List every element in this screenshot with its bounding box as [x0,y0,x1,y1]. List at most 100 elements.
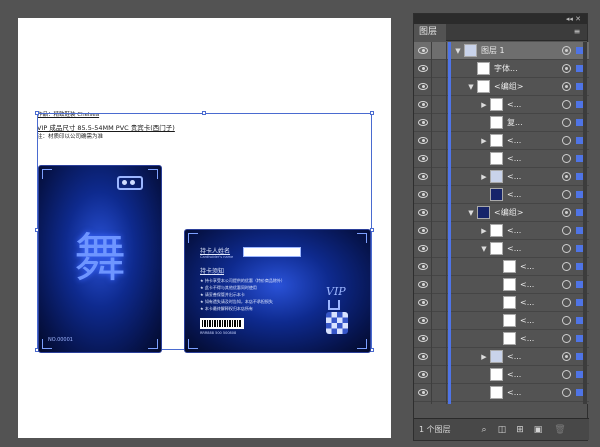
layer-name[interactable]: 字体... [494,60,518,78]
layer-row[interactable]: <... [414,312,589,330]
target-icon[interactable] [562,334,571,343]
panel-menu-icon[interactable]: ≡ [571,27,583,37]
delete-icon[interactable]: 🗑 [554,424,566,436]
visibility-toggle[interactable] [414,96,432,114]
layer-row[interactable]: ▼ <编组> [414,78,589,96]
layer-name[interactable]: <... [507,150,521,168]
layer-name[interactable]: <... [507,132,521,150]
visibility-toggle[interactable] [414,114,432,132]
visibility-toggle[interactable] [414,60,432,78]
target-icon[interactable] [562,316,571,325]
visibility-toggle[interactable] [414,168,432,186]
layer-name[interactable]: <... [520,258,534,276]
layer-name[interactable]: 复... [507,114,523,132]
layer-name[interactable]: <... [520,330,534,348]
new-sublayer-icon[interactable]: ⊞ [514,424,526,436]
visibility-toggle[interactable] [414,258,432,276]
handle-top-right[interactable] [370,111,374,115]
target-icon[interactable] [562,298,571,307]
lock-toggle[interactable] [433,96,447,114]
layer-row[interactable]: 复... [414,114,589,132]
selection-indicator[interactable] [576,83,583,90]
layer-row[interactable]: ▶<... [414,402,589,404]
lock-toggle[interactable] [433,348,447,366]
visibility-toggle[interactable] [414,78,432,96]
layer-name[interactable]: <编组> [494,204,523,222]
lock-toggle[interactable] [433,60,447,78]
lock-toggle[interactable] [433,150,447,168]
lock-toggle[interactable] [433,258,447,276]
selection-indicator[interactable] [576,191,583,198]
lock-toggle[interactable] [433,402,447,404]
selection-indicator[interactable] [576,317,583,324]
selection-indicator[interactable] [576,245,583,252]
layer-row[interactable]: ▶<... [414,132,589,150]
target-icon[interactable] [562,190,571,199]
layer-name[interactable]: <... [507,402,521,404]
layer-name[interactable]: <... [520,276,534,294]
layer-row[interactable]: 字体... [414,60,589,78]
target-icon[interactable] [562,262,571,271]
target-icon[interactable] [562,388,571,397]
locate-object-icon[interactable]: ⌕ [478,424,490,436]
target-icon[interactable] [562,118,571,127]
layer-name[interactable]: <... [507,96,521,114]
layer-name[interactable]: 图层 1 [481,42,505,60]
lock-toggle[interactable] [433,168,447,186]
selection-indicator[interactable] [576,263,583,270]
visibility-toggle[interactable] [414,348,432,366]
target-icon[interactable] [562,100,571,109]
selection-indicator[interactable] [576,227,583,234]
visibility-toggle[interactable] [414,276,432,294]
lock-toggle[interactable] [433,276,447,294]
selection-indicator[interactable] [576,335,583,342]
selection-indicator[interactable] [576,119,583,126]
layer-name[interactable]: <... [507,348,521,366]
lock-toggle[interactable] [433,132,447,150]
visibility-toggle[interactable] [414,132,432,150]
lock-toggle[interactable] [433,222,447,240]
layer-row[interactable]: ▶<... [414,348,589,366]
layer-row[interactable]: ▶<... [414,222,589,240]
layer-row[interactable]: ▼ 图层 1 [414,42,589,60]
selection-indicator[interactable] [576,299,583,306]
visibility-toggle[interactable] [414,240,432,258]
selection-indicator[interactable] [576,47,583,54]
visibility-toggle[interactable] [414,222,432,240]
lock-toggle[interactable] [433,330,447,348]
layer-row[interactable]: <... [414,366,589,384]
visibility-toggle[interactable] [414,330,432,348]
layer-row[interactable]: <... [414,330,589,348]
disclosure-expanded-icon[interactable]: ▼ [480,245,488,253]
lock-toggle[interactable] [433,240,447,258]
target-icon[interactable] [562,82,571,91]
scrollbar[interactable] [583,42,587,404]
layer-name[interactable]: <... [520,294,534,312]
visibility-toggle[interactable] [414,186,432,204]
lock-toggle[interactable] [433,384,447,402]
target-icon[interactable] [562,136,571,145]
selection-indicator[interactable] [576,173,583,180]
target-icon[interactable] [562,64,571,73]
disclosure-expanded-icon[interactable]: ▼ [467,83,475,91]
disclosure-collapsed-icon[interactable]: ▶ [480,227,488,235]
selection-indicator[interactable] [576,137,583,144]
lock-toggle[interactable] [433,42,447,60]
disclosure-collapsed-icon[interactable]: ▶ [480,101,488,109]
layer-name[interactable]: <... [507,384,521,402]
layer-name[interactable]: <... [507,186,521,204]
disclosure-collapsed-icon[interactable]: ▶ [480,173,488,181]
visibility-toggle[interactable] [414,294,432,312]
handle-top-left[interactable] [35,111,39,115]
target-icon[interactable] [562,244,571,253]
visibility-toggle[interactable] [414,204,432,222]
layer-name[interactable]: <... [507,168,521,186]
layer-row[interactable]: <... [414,258,589,276]
layer-name[interactable]: <... [507,240,521,258]
selection-indicator[interactable] [576,371,583,378]
layer-name[interactable]: <... [520,312,534,330]
layer-row[interactable]: ▶ <... [414,96,589,114]
disclosure-expanded-icon[interactable]: ▼ [454,47,462,55]
layer-row[interactable]: ▼ <... [414,240,589,258]
selection-indicator[interactable] [576,65,583,72]
